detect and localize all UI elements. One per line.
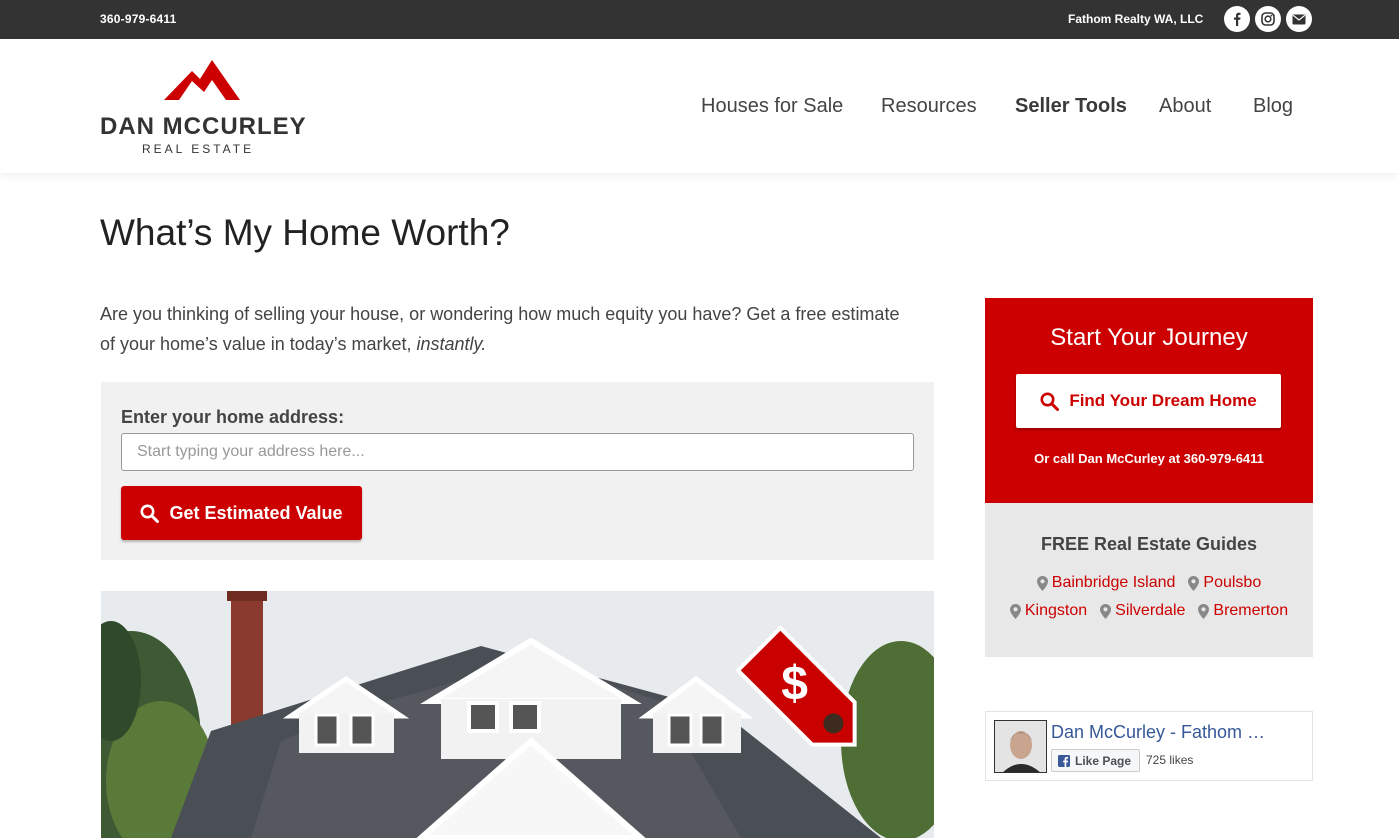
- estimate-form: Enter your home address: Get Estimated V…: [101, 382, 934, 560]
- site-header: DAN MCCURLEY REAL ESTATE Houses for Sale…: [0, 39, 1399, 173]
- guides-row: Kingston Silverdale Bremerton: [985, 602, 1313, 620]
- topbar-phone-link[interactable]: 360-979-6411: [100, 12, 176, 26]
- map-pin-icon: [1100, 603, 1112, 619]
- guide-label: Bainbridge Island: [1051, 574, 1176, 591]
- intro-emphasis: instantly.: [416, 334, 487, 354]
- find-dream-home-button[interactable]: Find Your Dream Home: [1016, 374, 1281, 428]
- search-icon: [1040, 392, 1060, 411]
- map-pin-icon: [1009, 603, 1021, 619]
- real-estate-guides-panel: FREE Real Estate Guides Bainbridge Islan…: [985, 503, 1313, 657]
- facebook-icon: [1058, 754, 1070, 767]
- avatar[interactable]: [994, 720, 1047, 773]
- roof-logo-icon: [164, 60, 240, 100]
- call-prefix: Or call Dan McCurley at: [1034, 451, 1181, 466]
- address-label: Enter your home address:: [121, 407, 345, 427]
- map-pin-icon: [1036, 575, 1048, 591]
- nav-seller-tools[interactable]: Seller Tools: [1015, 95, 1127, 118]
- like-page-label: Like Page: [1075, 753, 1132, 768]
- nav-resources[interactable]: Resources: [881, 95, 977, 118]
- call-line: Or call Dan McCurley at 360-979-6411: [985, 451, 1313, 466]
- facebook-page-name[interactable]: Dan McCurley - Fathom …: [1051, 722, 1265, 743]
- top-bar: 360-979-6411 Fathom Realty WA, LLC: [0, 0, 1399, 39]
- get-estimated-value-label: Get Estimated Value: [169, 502, 343, 523]
- journey-heading: Start Your Journey: [1050, 324, 1248, 351]
- guide-poulsbo[interactable]: Poulsbo: [1188, 574, 1261, 592]
- svg-text:$: $: [781, 658, 808, 711]
- page-title: What’s My Home Worth?: [100, 212, 510, 253]
- like-page-button[interactable]: Like Page: [1051, 749, 1141, 772]
- intro-text: Are you thinking of selling your house, …: [100, 299, 900, 359]
- intro-body: Are you thinking of selling your house, …: [100, 304, 900, 354]
- guides-heading: FREE Real Estate Guides: [1040, 534, 1258, 554]
- guide-bremerton[interactable]: Bremerton: [1198, 602, 1288, 620]
- nav-blog[interactable]: Blog: [1253, 95, 1293, 118]
- guide-silverdale[interactable]: Silverdale: [1100, 602, 1185, 620]
- guide-label: Bremerton: [1213, 602, 1289, 619]
- address-input[interactable]: [121, 433, 914, 471]
- instagram-icon[interactable]: [1255, 6, 1281, 32]
- guide-label: Poulsbo: [1203, 574, 1262, 591]
- start-journey-panel: Start Your Journey Find Your Dream Home …: [985, 298, 1313, 503]
- call-phone-link[interactable]: 360-979-6411: [1184, 451, 1264, 466]
- search-icon: [140, 504, 160, 523]
- guide-label: Silverdale: [1115, 602, 1186, 619]
- map-pin-icon: [1188, 575, 1200, 591]
- brokerage-name: Fathom Realty WA, LLC: [1068, 12, 1204, 26]
- find-dream-home-label: Find Your Dream Home: [1069, 391, 1257, 410]
- nav-about[interactable]: About: [1159, 95, 1211, 118]
- likes-count: 725 likes: [1146, 753, 1194, 767]
- logo-subtitle: REAL ESTATE: [142, 142, 255, 156]
- logo-name: DAN MCCURLEY: [100, 113, 307, 140]
- facebook-page-widget: Dan McCurley - Fathom … Like Page 725 li…: [985, 711, 1313, 781]
- guide-bainbridge-island[interactable]: Bainbridge Island: [1036, 574, 1176, 592]
- nav-houses-for-sale[interactable]: Houses for Sale: [701, 95, 843, 118]
- guide-label: Kingston: [1024, 602, 1088, 619]
- hero-house-image: $: [101, 591, 934, 838]
- facebook-icon[interactable]: [1224, 6, 1250, 32]
- map-pin-icon: [1198, 603, 1210, 619]
- guides-row: Bainbridge Island Poulsbo: [985, 574, 1313, 592]
- site-logo[interactable]: DAN MCCURLEY REAL ESTATE: [100, 59, 310, 159]
- email-icon[interactable]: [1286, 6, 1312, 32]
- guide-kingston[interactable]: Kingston: [1009, 602, 1088, 620]
- get-estimated-value-button[interactable]: Get Estimated Value: [121, 486, 362, 540]
